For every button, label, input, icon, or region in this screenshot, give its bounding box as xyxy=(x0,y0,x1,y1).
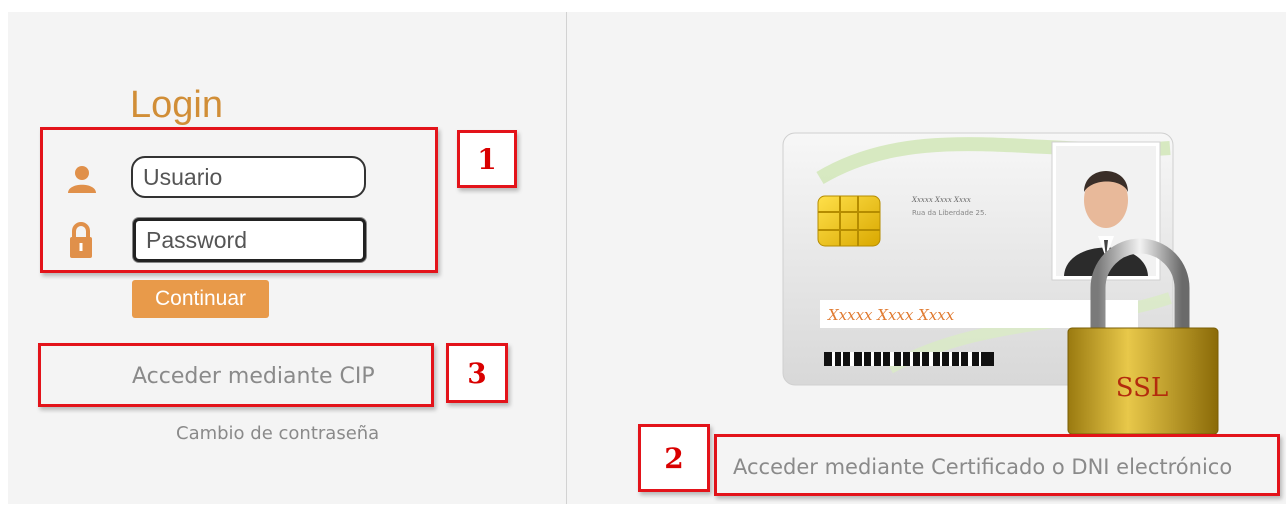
annotation-number-2: 2 xyxy=(638,424,710,492)
certificate-card-illustration: Xxxxx Xxxx Xxxx Rua da Liberdade 25. Xxx… xyxy=(782,132,1219,434)
annotation-number-3: 3 xyxy=(446,343,508,403)
continue-button[interactable]: Continuar xyxy=(132,280,269,318)
annotation-box-2 xyxy=(714,434,1280,496)
column-divider xyxy=(566,12,567,504)
ssl-label: SSL xyxy=(1116,373,1168,403)
login-title: Login xyxy=(130,84,223,126)
barcode-icon xyxy=(824,352,994,366)
card-address-line: Rua da Liberdade 25. xyxy=(912,209,987,217)
chip-icon xyxy=(817,195,881,247)
change-password-link[interactable]: Cambio de contraseña xyxy=(176,423,379,444)
card-signature: Xxxxx Xxxx Xxxx xyxy=(827,306,955,324)
annotation-number-1: 1 xyxy=(457,130,517,188)
card-name-line: Xxxxx Xxxx Xxxx xyxy=(911,196,971,204)
annotation-box-1 xyxy=(40,127,438,273)
annotation-box-3 xyxy=(38,343,434,407)
